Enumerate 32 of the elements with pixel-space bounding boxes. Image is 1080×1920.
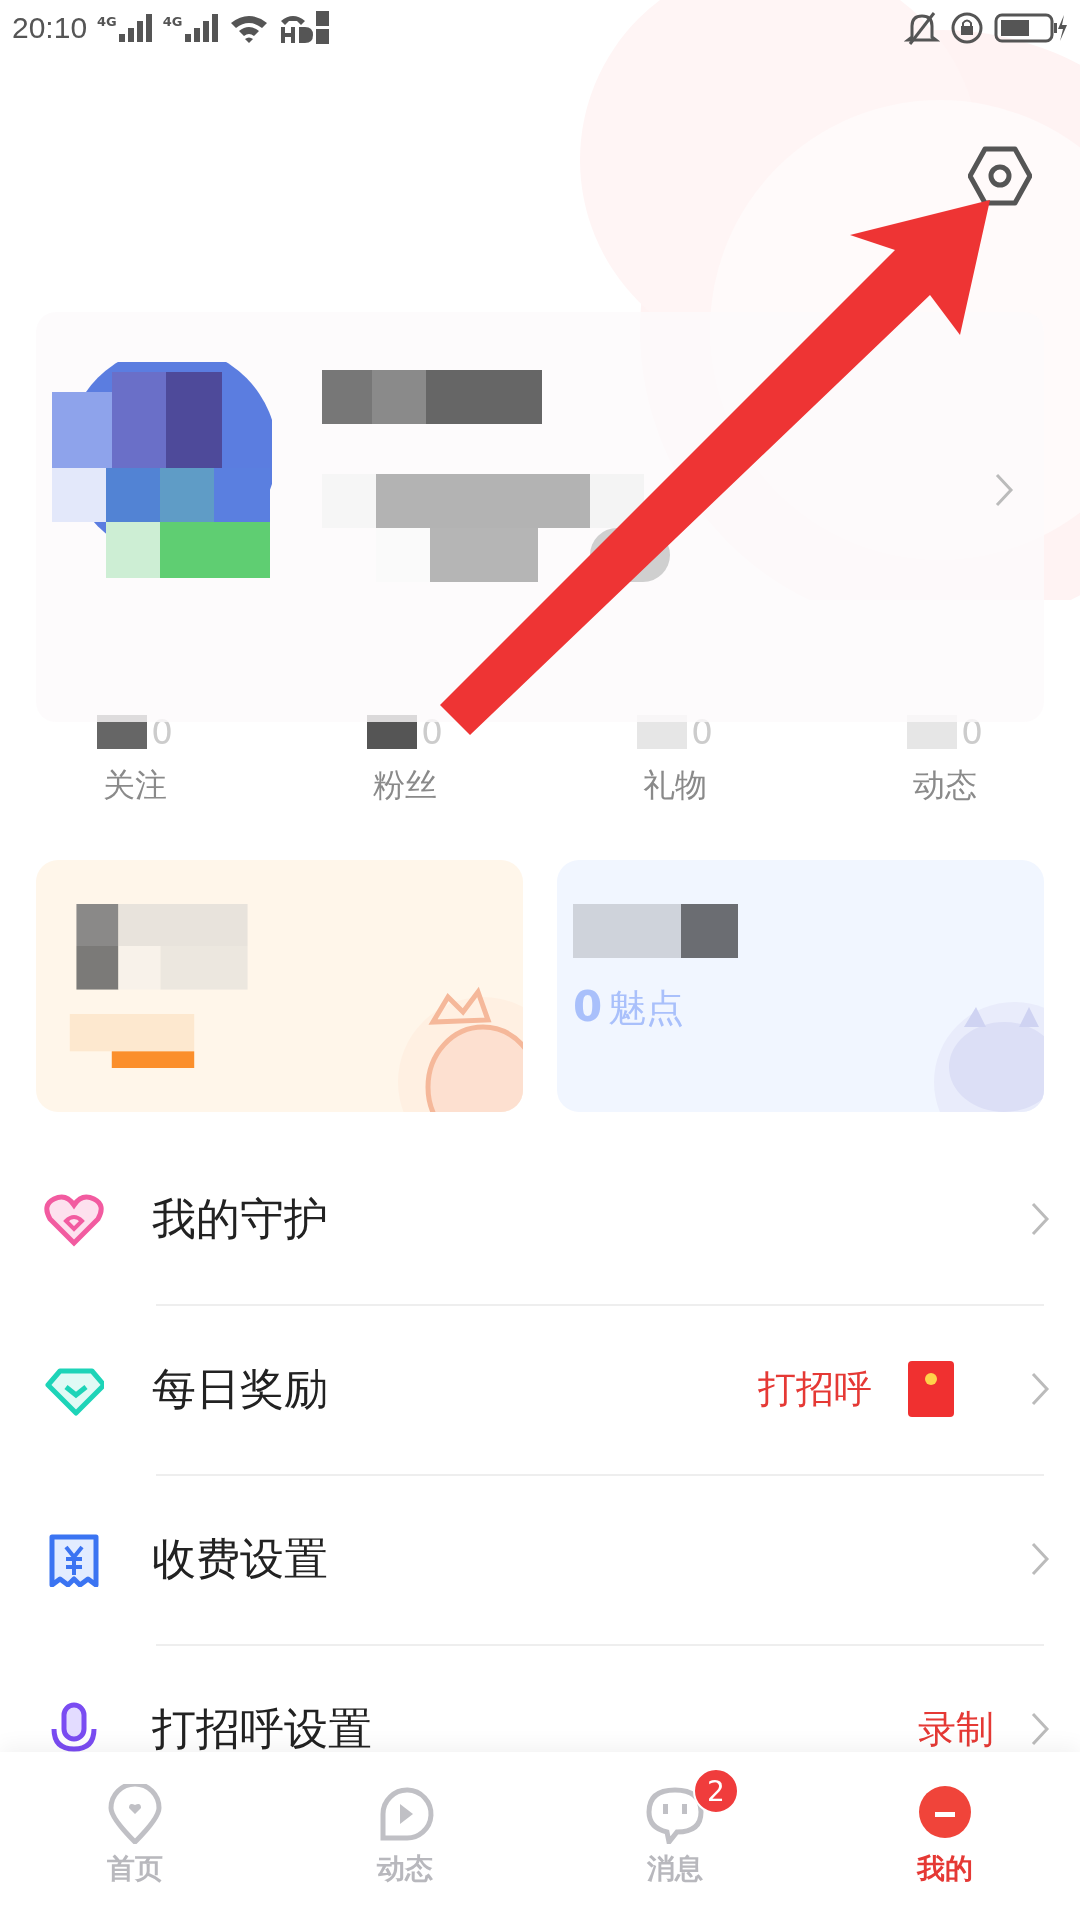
tab[interactable]: 我的 (810, 1752, 1080, 1920)
menu-item[interactable]: 收费设置 (0, 1474, 1080, 1644)
recharge-card[interactable] (36, 860, 523, 1112)
network-type-label: 4G (97, 14, 117, 29)
earnings-amount: 0 (573, 982, 603, 1031)
battery-charging-icon (994, 13, 1068, 43)
earnings-unit: 魅点 (608, 985, 685, 1032)
stat-label[interactable]: 动态 (913, 764, 977, 808)
signal-icon (118, 14, 153, 42)
stat-label[interactable]: 粉丝 (373, 764, 437, 808)
menu-item[interactable]: 每日奖励 打招呼 (0, 1304, 1080, 1474)
chevron-right-icon (1030, 1711, 1050, 1747)
menu-item[interactable]: 我的守护 (0, 1134, 1080, 1304)
heart-icon (44, 1191, 104, 1247)
tab[interactable]: 消息 2 (540, 1752, 810, 1920)
tab[interactable]: 首页 (0, 1752, 270, 1920)
chevron-right-icon (1030, 1541, 1050, 1577)
chevron-right-icon (1030, 1201, 1050, 1237)
chevron-right-icon[interactable] (994, 472, 1014, 508)
clock-time: 20:10 (12, 11, 88, 45)
hd-call-icon (278, 11, 329, 45)
bell-muted-icon (904, 11, 940, 45)
rotation-lock-icon (950, 11, 984, 45)
tab[interactable]: 动态 (270, 1752, 540, 1920)
count-badge: 2 (693, 1768, 739, 1814)
stat-label[interactable]: 关注 (103, 764, 167, 808)
stat-label[interactable]: 礼物 (643, 764, 707, 808)
menu-item[interactable]: 打招呼设置 录制 (0, 1644, 1080, 1752)
settings-icon[interactable] (968, 146, 1032, 206)
network-type-label: 4G (162, 14, 183, 29)
signal-icon (184, 14, 219, 42)
chevron-right-icon (1030, 1371, 1050, 1407)
